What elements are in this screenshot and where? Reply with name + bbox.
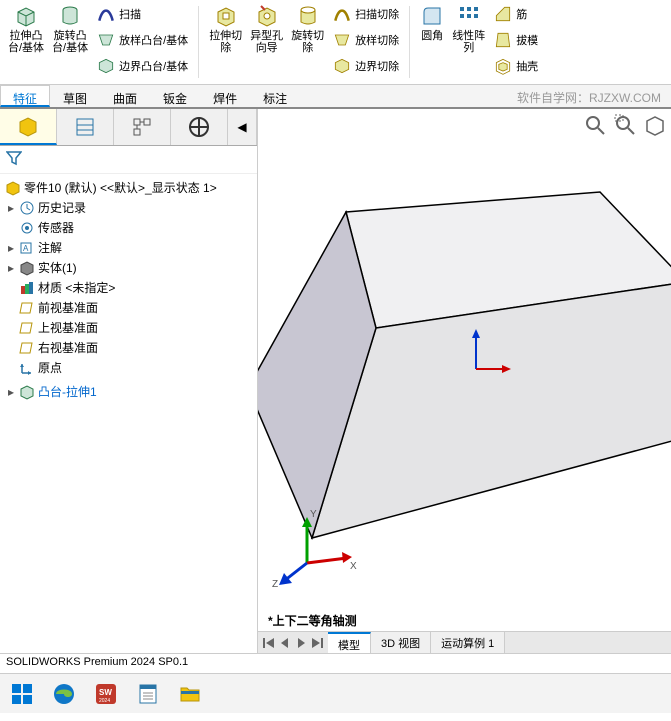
hole-wizard-button[interactable]: 异型孔 向导 (246, 2, 287, 56)
tree-solid-bodies[interactable]: ▸ 实体(1) (2, 258, 255, 278)
bottom-tab-model[interactable]: 模型 (328, 632, 371, 653)
rib-button[interactable]: 筋 (489, 2, 542, 28)
feature-manager-panel: ◀ 零件10 (默认) <<默认>_显示状态 1> ▸ 历史记录 传感器 ▸ (0, 109, 258, 653)
status-bar: SOLIDWORKS Premium 2024 SP0.1 (0, 653, 671, 673)
svg-text:X: X (350, 561, 357, 572)
tree-history[interactable]: ▸ 历史记录 (2, 198, 255, 218)
next-icon[interactable] (294, 636, 308, 650)
panel-tab-feature-tree[interactable] (0, 109, 57, 145)
extrude-boss-button[interactable]: 拉伸凸 台/基体 (4, 2, 48, 56)
chevron-left-icon: ◀ (237, 120, 246, 134)
notepad-icon[interactable] (134, 680, 162, 708)
expand-icon[interactable]: ▸ (4, 199, 18, 217)
boundary-cut-button[interactable]: 边界切除 (328, 54, 403, 80)
forward-icon[interactable] (310, 636, 324, 650)
tree-root[interactable]: 零件10 (默认) <<默认>_显示状态 1> (2, 178, 255, 198)
boundary-boss-button[interactable]: 边界凸台/基体 (92, 54, 192, 80)
loft-boss-button[interactable]: 放样凸台/基体 (92, 28, 192, 54)
expand-icon[interactable]: ▸ (4, 259, 18, 277)
filter-icon[interactable] (6, 150, 22, 166)
watermark-text: 软件自学网：RJZXW.COM (507, 85, 671, 107)
tree-sensors[interactable]: 传感器 (2, 218, 255, 238)
rewind-icon[interactable] (262, 636, 276, 650)
tab-surfaces[interactable]: 曲面 (100, 85, 150, 107)
feature-tab-bar: 特征 草图 曲面 钣金 焊件 标注 软件自学网：RJZXW.COM (0, 85, 671, 109)
explorer-icon[interactable] (176, 680, 204, 708)
revolve-cut-button[interactable]: 旋转切 除 (287, 2, 328, 56)
fillet-button[interactable]: 圆角 (416, 2, 448, 44)
tab-sheetmetal[interactable]: 钣金 (150, 85, 200, 107)
prev-icon[interactable] (278, 636, 292, 650)
sweep-cut-button[interactable]: 扫描切除 (328, 2, 403, 28)
panel-tab-property[interactable] (57, 109, 114, 145)
tree-material[interactable]: 材质 <未指定> (2, 278, 255, 298)
zoom-area-icon[interactable] (613, 113, 637, 137)
panel-tab-more[interactable]: ◀ (228, 109, 257, 145)
svg-text:A: A (23, 244, 29, 253)
taskbar: SW2024 (0, 673, 671, 713)
ribbon-toolbar: 拉伸凸 台/基体 旋转凸 台/基体 扫描 放样凸台/基体 边界凸台/基体 (0, 0, 671, 85)
svg-text:Z: Z (272, 579, 278, 590)
tab-features[interactable]: 特征 (0, 85, 50, 107)
zoom-fit-icon[interactable] (583, 113, 607, 137)
tab-sketch[interactable]: 草图 (50, 85, 100, 107)
sweep-button[interactable]: 扫描 (92, 2, 192, 28)
bottom-tab-3dview[interactable]: 3D 视图 (371, 632, 431, 653)
tree-top-plane[interactable]: 上视基准面 (2, 318, 255, 338)
revolve-boss-button[interactable]: 旋转凸 台/基体 (48, 2, 92, 56)
expand-icon[interactable]: ▸ (4, 383, 18, 401)
expand-icon[interactable]: ▸ (4, 239, 18, 257)
tree-front-plane[interactable]: 前视基准面 (2, 298, 255, 318)
tab-weldments[interactable]: 焊件 (200, 85, 250, 107)
edge-browser-icon[interactable] (50, 680, 78, 708)
panel-tab-config[interactable] (114, 109, 171, 145)
svg-text:Y: Y (310, 509, 317, 520)
axis-triad[interactable]: Y X Z (272, 503, 362, 593)
linear-pattern-button[interactable]: 线性阵 列 (448, 2, 489, 56)
graphics-viewport[interactable]: Y X Z *上下二等角轴测 模型 3D 视图 运动算例 1 (258, 109, 671, 653)
tree-origin[interactable]: 原点 (2, 358, 255, 378)
tree-right-plane[interactable]: 右视基准面 (2, 338, 255, 358)
solidworks-app-icon[interactable]: SW2024 (92, 680, 120, 708)
svg-text:SW: SW (99, 688, 112, 697)
shell-button[interactable]: 抽壳 (489, 54, 542, 80)
svg-text:2024: 2024 (99, 698, 110, 704)
bottom-tab-bar: 模型 3D 视图 运动算例 1 (258, 631, 671, 653)
feature-tree: 零件10 (默认) <<默认>_显示状态 1> ▸ 历史记录 传感器 ▸ A 注… (0, 174, 257, 653)
panel-tab-dimxpert[interactable] (171, 109, 228, 145)
tree-boss-extrude1[interactable]: ▸ 凸台-拉伸1 (2, 382, 255, 402)
tab-annotate[interactable]: 标注 (250, 85, 300, 107)
view-orientation-label: *上下二等角轴测 (268, 612, 357, 629)
extrude-cut-button[interactable]: 拉伸切 除 (205, 2, 246, 56)
tree-annotations[interactable]: ▸ A 注解 (2, 238, 255, 258)
view-orientation-icon[interactable] (643, 113, 667, 137)
draft-button[interactable]: 拔模 (489, 28, 542, 54)
loft-cut-button[interactable]: 放样切除 (328, 28, 403, 54)
start-button[interactable] (8, 680, 36, 708)
bottom-tab-motion[interactable]: 运动算例 1 (431, 632, 505, 653)
